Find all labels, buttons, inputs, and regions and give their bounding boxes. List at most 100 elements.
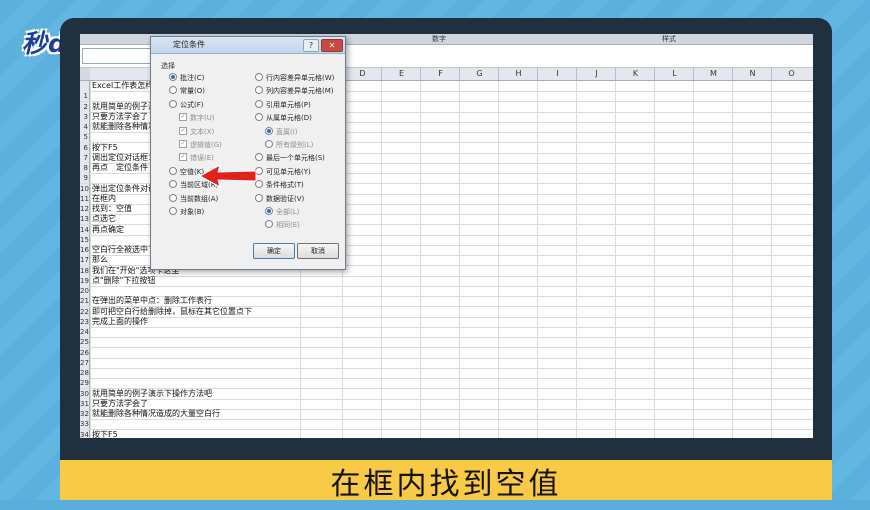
cell-a[interactable]: 就用简单的例子演 [92, 102, 156, 112]
row-number[interactable]: 18 [80, 265, 90, 276]
option-left_options-9[interactable]: 当前数组(A) [169, 193, 218, 204]
radio-button-icon[interactable] [169, 193, 177, 202]
row-number[interactable]: 27 [80, 357, 90, 368]
cell-a[interactable]: 即可把空白行给删除掉，鼠标在其它位置点下 [92, 307, 252, 317]
row-number[interactable]: 19 [80, 275, 90, 286]
row-number[interactable]: 7 [80, 152, 90, 163]
radio-button-icon[interactable] [169, 99, 177, 108]
cell-a[interactable]: 按下F5 [92, 143, 118, 153]
row-number[interactable]: 23 [80, 316, 90, 327]
column-header-f[interactable]: F [420, 68, 460, 80]
radio-button-icon[interactable] [169, 73, 177, 81]
cell-a[interactable]: 再点确定 [92, 225, 124, 235]
row-number[interactable]: 16 [80, 245, 90, 255]
ribbon-group-styles[interactable]: 样式 [662, 34, 676, 44]
row-number[interactable]: 2 [80, 101, 90, 112]
column-header-m[interactable]: M [693, 68, 733, 80]
column-header-e[interactable]: E [381, 68, 421, 80]
option-right_options-2[interactable]: 引用单元格(P) [255, 99, 311, 110]
cell-a[interactable]: 在框内 [92, 194, 116, 204]
ribbon-group-number[interactable]: 数字 [432, 34, 446, 44]
close-button[interactable]: ✕ [321, 39, 343, 52]
column-header-n[interactable]: N [732, 68, 772, 80]
row-number[interactable]: 17 [80, 255, 90, 266]
sheet-row[interactable]: 34 按下F5 [80, 429, 813, 439]
row-number[interactable]: 29 [80, 378, 90, 389]
ok-button[interactable]: 确定 [253, 243, 295, 259]
row-number[interactable]: 4 [80, 122, 90, 132]
option-left_options-2[interactable]: 公式(F) [169, 99, 204, 110]
row-number[interactable]: 1 [80, 91, 90, 102]
cell-a[interactable]: 就能删除各种情况造成的大量空白行 [92, 409, 220, 419]
column-header-g[interactable]: G [459, 68, 499, 80]
cell-a[interactable]: 点选它 [92, 214, 116, 224]
row-number[interactable]: 32 [80, 409, 90, 419]
radio-button-icon[interactable] [255, 113, 263, 122]
radio-button-icon[interactable] [255, 86, 263, 95]
row-number[interactable]: 28 [80, 368, 90, 378]
cell-a[interactable]: 再点 定位条件 [92, 163, 148, 173]
row-number[interactable]: 24 [80, 327, 90, 337]
option-right_options-8[interactable]: 条件格式(T) [255, 180, 304, 190]
row-number[interactable]: 30 [80, 388, 90, 399]
cell-a[interactable]: 就能删除各种情况 [92, 122, 156, 132]
option-right_options-1[interactable]: 列内容差异单元格(M) [255, 86, 334, 96]
radio-button-icon[interactable] [255, 99, 263, 108]
dialog-titlebar[interactable]: 定位条件 ? ✕ [151, 37, 345, 54]
cell-a[interactable]: 只要方法学会了 [92, 399, 148, 409]
row-number[interactable]: 33 [80, 419, 90, 430]
column-header-o[interactable]: O [771, 68, 811, 80]
option-left_options-10[interactable]: 对象(B) [169, 207, 204, 217]
column-header-l[interactable]: L [654, 68, 694, 80]
cell-a[interactable]: 点"删除"下拉按钮 [92, 276, 155, 286]
option-left_options-7[interactable]: 空值(K) [169, 166, 204, 177]
radio-button-icon[interactable] [169, 207, 177, 215]
row-number[interactable]: 25 [80, 337, 90, 348]
option-right_options-0[interactable]: 行内容差异单元格(W) [255, 73, 334, 83]
column-header-h[interactable]: H [498, 68, 538, 80]
row-number[interactable]: 34 [80, 429, 90, 438]
row-number[interactable]: 8 [80, 163, 90, 173]
row-number[interactable]: 9 [80, 173, 90, 184]
radio-button-icon[interactable] [255, 193, 263, 202]
row-number[interactable] [80, 81, 90, 91]
column-header-k[interactable]: K [615, 68, 655, 80]
option-left_options-1[interactable]: 常量(O) [169, 86, 205, 96]
row-number[interactable]: 5 [80, 132, 90, 143]
row-number[interactable]: 26 [80, 347, 90, 358]
row-number[interactable]: 13 [80, 214, 90, 225]
row-number[interactable]: 22 [80, 306, 90, 317]
option-right_options-9[interactable]: 数据验证(V) [255, 193, 304, 204]
column-header-d[interactable]: D [342, 68, 382, 80]
radio-button-icon[interactable] [169, 180, 177, 189]
row-number[interactable]: 31 [80, 398, 90, 409]
cancel-button[interactable]: 取消 [297, 243, 339, 259]
row-number[interactable]: 11 [80, 193, 90, 204]
cell-a[interactable]: 调出定位对话框： [92, 153, 156, 163]
row-number[interactable]: 20 [80, 286, 90, 296]
row-number[interactable]: 3 [80, 111, 90, 122]
row-number[interactable]: 12 [80, 204, 90, 214]
column-header-i[interactable]: I [537, 68, 577, 80]
radio-button-icon[interactable] [255, 73, 263, 81]
cell-a[interactable]: 只要方法学会了 [92, 112, 148, 122]
radio-button-icon[interactable] [169, 86, 177, 95]
cell-a[interactable]: 空白行全被选中了 [92, 245, 156, 255]
row-number[interactable]: 15 [80, 234, 90, 245]
option-right_options-6[interactable]: 最后一个单元格(S) [255, 153, 325, 163]
cell-a[interactable]: 按下F5 [92, 430, 118, 439]
cell-a[interactable]: 就用简单的例子演示下操作方法吧 [92, 389, 212, 399]
row-number[interactable]: 6 [80, 142, 90, 153]
column-header-j[interactable]: J [576, 68, 616, 80]
radio-button-icon[interactable] [169, 166, 177, 175]
row-number[interactable]: 14 [80, 224, 90, 235]
row-number[interactable]: 10 [80, 183, 90, 194]
option-right_options-3[interactable]: 从属单元格(D) [255, 113, 312, 123]
select-all-corner[interactable] [80, 68, 90, 80]
cell-a[interactable]: 弹出定位条件对话 [92, 184, 156, 194]
cell-a[interactable]: 找到：空值 [92, 204, 132, 214]
option-left_options-0[interactable]: 批注(C) [169, 73, 204, 83]
name-box[interactable] [82, 48, 154, 64]
help-button[interactable]: ? [303, 39, 319, 52]
radio-button-icon[interactable] [255, 153, 263, 162]
